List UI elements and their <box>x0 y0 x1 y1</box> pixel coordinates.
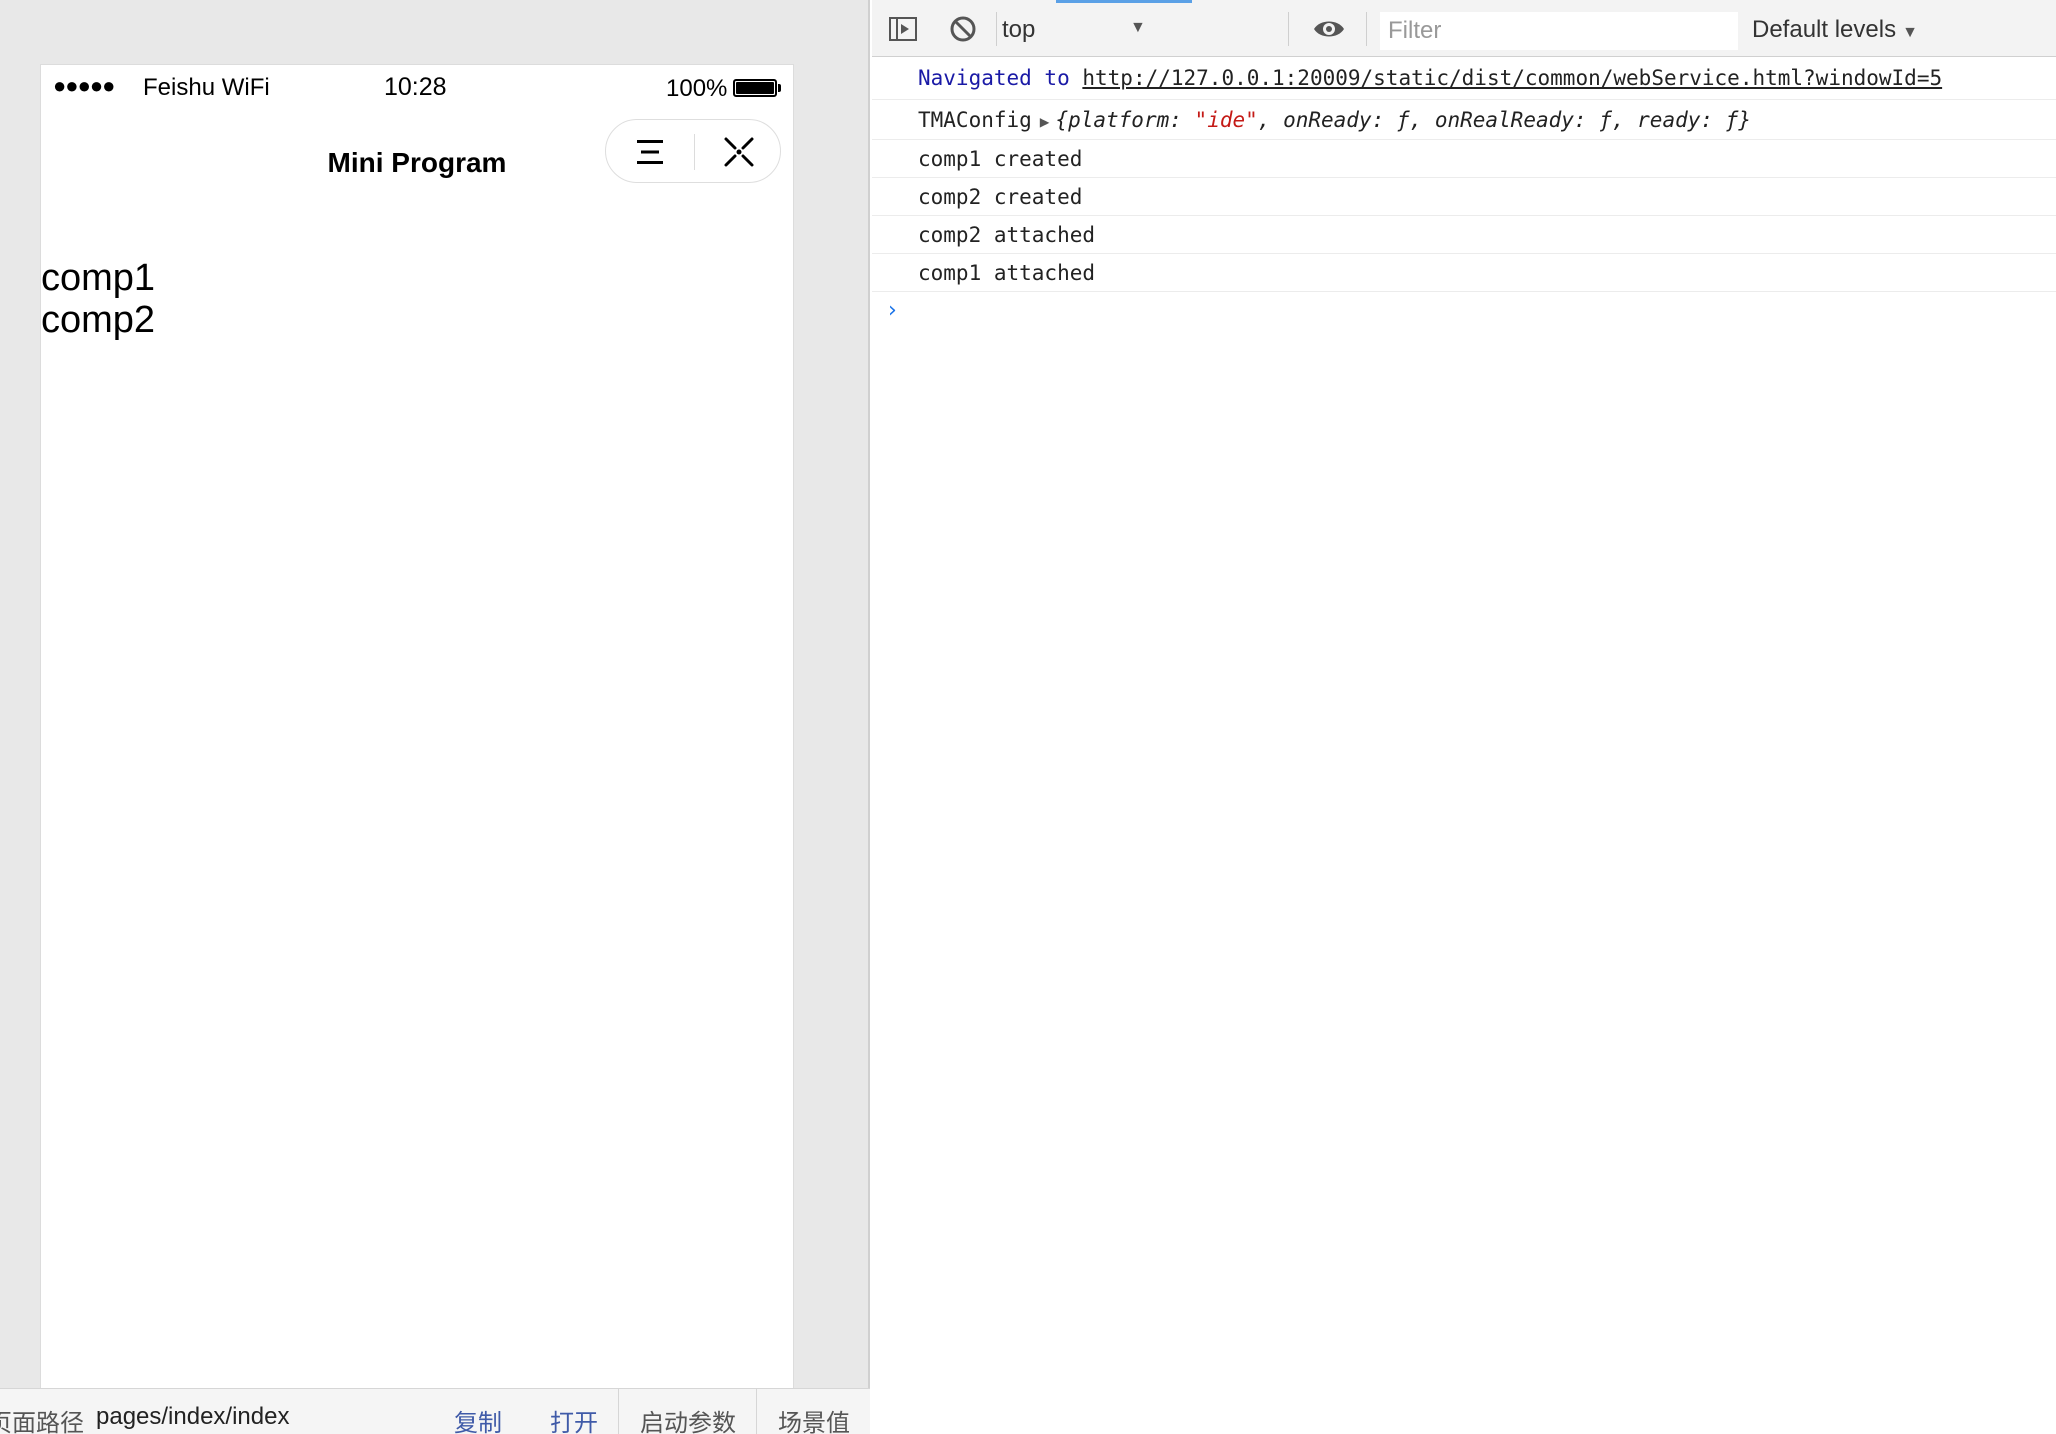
log-text: comp2 attached <box>918 223 1096 247</box>
battery-tip <box>778 84 781 92</box>
menu-icon <box>637 140 663 164</box>
active-tab-indicator <box>1056 0 1192 3</box>
toolbar-divider <box>1288 12 1289 46</box>
console-log-row: comp2 created <box>872 178 2056 216</box>
scene-value-button[interactable]: 场景值 <box>778 1403 850 1434</box>
battery-percent: 100% <box>666 75 728 102</box>
prompt-caret-icon: › <box>888 298 897 323</box>
content-line-comp1: comp1 <box>41 257 156 299</box>
console-message-navigated: Navigated to http://127.0.0.1:20009/stat… <box>872 58 2056 100</box>
console-toolbar: top ▼ Default levels ▼ <box>872 0 2056 57</box>
toolbar-divider <box>1366 12 1367 46</box>
log-levels-label: Default levels <box>1752 16 1897 43</box>
tmaconfig-object-preview[interactable]: {platform: "ide", onReady: ƒ, onRealRead… <box>1055 108 1751 132</box>
sidebar-toggle-icon[interactable] <box>888 14 918 44</box>
content-line-comp2: comp2 <box>41 299 156 341</box>
devtools-console-panel: top ▼ Default levels ▼ Navigated to http:… <box>872 0 2056 1434</box>
page-path-value: pages/index/index <box>96 1403 290 1430</box>
close-icon <box>724 137 753 167</box>
tmaconfig-label: TMAConfig <box>918 108 1032 132</box>
status-time: 10:28 <box>384 73 447 101</box>
expand-triangle-icon[interactable]: ▶ <box>1040 112 1050 131</box>
phone-screen: ●●●●● Feishu WiFi 10:28 100% Mini Progra… <box>40 64 794 1390</box>
dropdown-arrow-icon: ▼ <box>1130 19 1146 36</box>
navigated-url-link[interactable]: http://127.0.0.1:20009/static/dist/commo… <box>1082 66 1942 90</box>
log-text: comp1 attached <box>918 261 1096 285</box>
dropdown-arrow-icon: ▼ <box>1902 24 1918 41</box>
console-log-row: comp1 attached <box>872 254 2056 292</box>
copy-path-button[interactable]: 复制 <box>454 1403 502 1434</box>
log-text: comp1 created <box>918 147 1083 171</box>
bottom-bar-divider <box>618 1389 619 1434</box>
console-messages: Navigated to http://127.0.0.1:20009/stat… <box>872 58 2056 330</box>
signal-strength-icon: ●●●●● <box>53 73 115 98</box>
log-levels-dropdown[interactable]: Default levels ▼ <box>1752 16 1918 44</box>
status-bar: ●●●●● Feishu WiFi 10:28 100% <box>41 65 793 109</box>
close-button[interactable] <box>695 120 782 184</box>
bottom-bar-divider <box>756 1389 757 1434</box>
console-message-tmaconfig: TMAConfig ▶ {platform: "ide", onReady: ƒ, … <box>872 100 2056 140</box>
console-prompt[interactable]: › <box>872 292 2056 330</box>
clear-console-icon[interactable] <box>948 14 978 44</box>
console-log-row: comp2 attached <box>872 216 2056 254</box>
eye-icon[interactable] <box>1312 14 1346 44</box>
page-path-bar: 页面路径 pages/index/index 复制 打开 启动参数 场景值 <box>0 1388 870 1434</box>
menu-button[interactable] <box>606 120 694 184</box>
page-path-label: 页面路径 <box>0 1410 84 1434</box>
console-log-row: comp1 created <box>872 140 2056 178</box>
capsule-menu <box>605 119 781 183</box>
launch-params-button[interactable]: 启动参数 <box>640 1403 736 1434</box>
page-content: comp1 comp2 <box>41 257 155 341</box>
carrier-name: Feishu WiFi <box>143 74 270 101</box>
context-value: top <box>1002 16 1036 43</box>
battery-icon <box>733 79 777 97</box>
log-text: comp2 created <box>918 185 1083 209</box>
context-selector[interactable]: top ▼ <box>1002 10 1150 48</box>
open-path-button[interactable]: 打开 <box>550 1403 598 1434</box>
console-filter-input[interactable] <box>1380 12 1738 50</box>
simulator-pane: ●●●●● Feishu WiFi 10:28 100% Mini Progra… <box>0 0 870 1434</box>
navigated-text: Navigated to <box>918 66 1070 90</box>
toolbar-divider <box>996 12 997 46</box>
